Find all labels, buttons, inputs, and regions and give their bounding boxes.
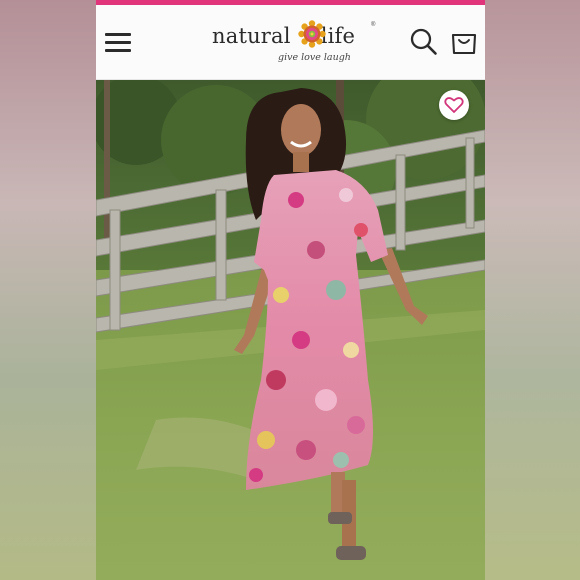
product-photo: [96, 80, 485, 580]
hamburger-menu-icon[interactable]: [105, 33, 131, 53]
shopping-bag-icon[interactable]: [450, 27, 478, 57]
right-background-blur: [485, 0, 580, 580]
phone-screen: natural life ® give love laugh: [96, 0, 485, 580]
logo-flower-icon: [298, 20, 326, 48]
site-header: natural life ® give love laugh: [96, 5, 485, 80]
search-icon[interactable]: [409, 27, 439, 57]
favorite-button[interactable]: [439, 90, 469, 120]
product-hero-image: [96, 80, 485, 580]
brand-logo[interactable]: natural life ® give love laugh: [212, 18, 377, 68]
left-background-blur: [0, 0, 96, 580]
heart-icon: [444, 97, 464, 113]
registered-mark: ®: [371, 22, 376, 28]
brand-name: natural life: [212, 24, 356, 48]
brand-tagline: give love laugh: [278, 52, 351, 63]
